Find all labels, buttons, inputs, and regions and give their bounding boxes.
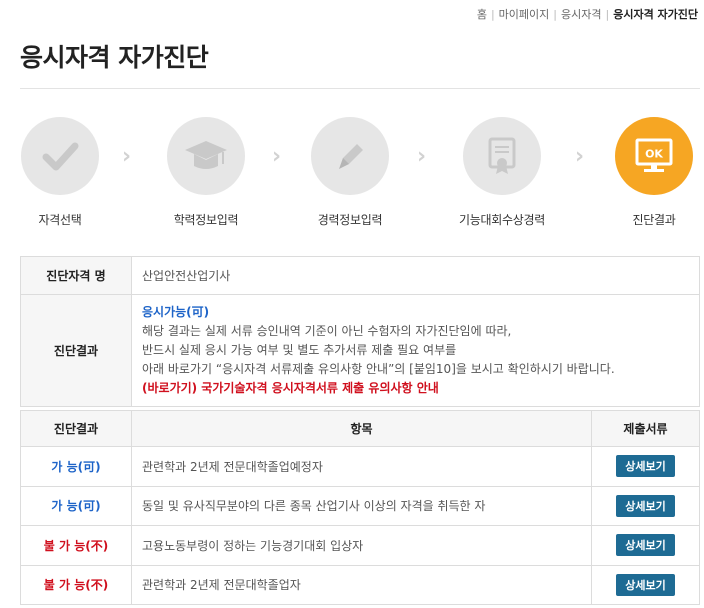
ok-monitor-icon: OK bbox=[615, 117, 693, 195]
submission-notice-link[interactable]: (바로가기) 국가기술자격 응시자격서류 제출 유의사항 안내 bbox=[142, 379, 689, 398]
chevron-right-icon: › bbox=[417, 144, 427, 169]
row-item: 고용노동부령이 정하는 기능경기대회 입상자 bbox=[131, 525, 592, 566]
row-item: 관련학과 2년제 전문대학졸업자 bbox=[131, 564, 592, 605]
detail-view-button[interactable]: 상세보기 bbox=[616, 573, 675, 596]
column-header-item: 항목 bbox=[131, 410, 592, 447]
table-row: 가 능(可) 관련학과 2년제 전문대학졸업예정자 상세보기 bbox=[20, 446, 700, 487]
step-qualification-select: 자격선택 bbox=[0, 114, 125, 228]
breadcrumb: 홈 | 마이페이지 | 응시자격 | 응시자격 자가진단 bbox=[476, 8, 698, 21]
qualification-name-value: 산업안전산업기사 bbox=[131, 256, 700, 295]
row-result: 불 가 능(不) bbox=[20, 525, 132, 566]
detail-view-button[interactable]: 상세보기 bbox=[616, 455, 675, 478]
chevron-right-icon: › bbox=[122, 144, 132, 169]
step-competition-award: 기능대회수상경력 bbox=[437, 114, 567, 228]
step-education-input: 학력정보입력 bbox=[141, 114, 271, 228]
row-result: 가 능(可) bbox=[20, 485, 132, 526]
table-row: 가 능(可) 동일 및 유사직무분야의 다른 종목 산업기사 이상의 자격을 취… bbox=[20, 485, 700, 526]
page-title: 응시자격 자가진단 bbox=[20, 43, 209, 72]
chevron-right-icon: › bbox=[575, 144, 585, 169]
certificate-icon bbox=[463, 117, 541, 195]
row-result: 불 가 능(不) bbox=[20, 564, 132, 605]
step-label: 경력정보입력 bbox=[317, 213, 383, 227]
step-label: 자격선택 bbox=[38, 213, 82, 227]
diagnosis-desc-line: 해당 결과는 실제 서류 승인내역 기준이 아닌 수험자의 자가진단임에 따라, bbox=[142, 324, 512, 338]
step-diagnosis-result: OK 진단결과 bbox=[589, 114, 704, 228]
breadcrumb-current: 응시자격 자가진단 bbox=[613, 8, 698, 21]
step-career-input: 경력정보입력 bbox=[285, 114, 415, 228]
diagnosis-detail-table: 진단결과 항목 제출서류 가 능(可) 관련학과 2년제 전문대학졸업예정자 상… bbox=[20, 410, 700, 605]
step-label: 진단결과 bbox=[632, 213, 676, 227]
ok-icon-text: OK bbox=[645, 148, 663, 161]
step-label: 학력정보입력 bbox=[173, 213, 239, 227]
diagnosis-info-table: 진단자격 명 산업안전산업기사 진단결과 응시가능(可) 해당 결과는 실제 서… bbox=[20, 256, 700, 407]
row-documents: 상세보기 bbox=[591, 446, 700, 487]
row-result: 가 능(可) bbox=[20, 446, 132, 487]
diagnosis-desc-line: 아래 바로가기 “응시자격 서류제출 유의사항 안내”의 [붙임10]을 보시고… bbox=[142, 362, 615, 376]
breadcrumb-qualification[interactable]: 응시자격 bbox=[561, 8, 601, 21]
diagnosis-result-cell: 응시가능(可) 해당 결과는 실제 서류 승인내역 기준이 아닌 수험자의 자가… bbox=[131, 294, 700, 407]
breadcrumb-mypage[interactable]: 마이페이지 bbox=[499, 8, 550, 21]
detail-view-button[interactable]: 상세보기 bbox=[616, 494, 675, 517]
diagnosis-desc-line: 반드시 실제 응시 가능 여부 및 별도 추가서류 제출 필요 여부를 bbox=[142, 343, 457, 357]
step-label: 기능대회수상경력 bbox=[459, 213, 545, 227]
column-header-result: 진단결과 bbox=[20, 410, 132, 447]
row-item: 관련학과 2년제 전문대학졸업예정자 bbox=[131, 446, 592, 487]
progress-steps: 자격선택 › 학력정보입력 › 경력정보입력 › 기능대회수상경력 › OK 진… bbox=[0, 114, 704, 227]
table-row: 불 가 능(不) 관련학과 2년제 전문대학졸업자 상세보기 bbox=[20, 564, 700, 605]
row-item: 동일 및 유사직무분야의 다른 종목 산업기사 이상의 자격을 취득한 자 bbox=[131, 485, 592, 526]
row-documents: 상세보기 bbox=[591, 564, 700, 605]
qualification-name-label: 진단자격 명 bbox=[20, 256, 132, 295]
checkmark-icon bbox=[21, 117, 99, 195]
column-header-documents: 제출서류 bbox=[591, 410, 700, 447]
table-row: 불 가 능(不) 고용노동부령이 정하는 기능경기대회 입상자 상세보기 bbox=[20, 525, 700, 566]
diagnosis-status: 응시가능(可) bbox=[142, 305, 210, 319]
breadcrumb-home[interactable]: 홈 bbox=[477, 8, 487, 21]
detail-view-button[interactable]: 상세보기 bbox=[616, 534, 675, 557]
row-documents: 상세보기 bbox=[591, 525, 700, 566]
pencil-icon bbox=[311, 117, 389, 195]
chevron-right-icon: › bbox=[272, 144, 282, 169]
title-divider bbox=[20, 88, 700, 89]
row-documents: 상세보기 bbox=[591, 485, 700, 526]
diagnosis-result-label: 진단결과 bbox=[20, 294, 132, 407]
graduation-cap-icon bbox=[167, 117, 245, 195]
